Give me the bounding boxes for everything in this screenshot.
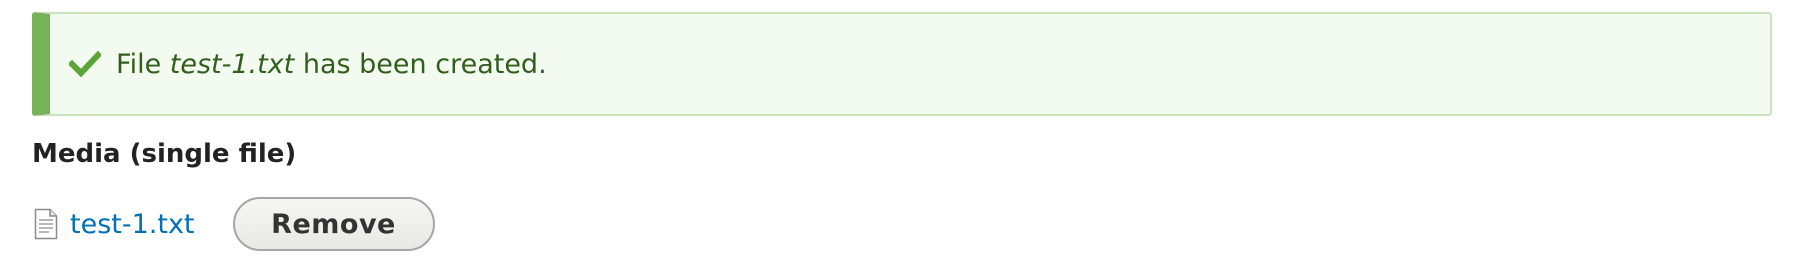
status-filename: test-1.txt [169,48,295,80]
remove-button[interactable]: Remove [232,197,435,251]
file-link[interactable]: test-1.txt [70,211,195,238]
status-text-suffix: has been created. [294,48,547,80]
checkmark-icon [68,47,102,81]
status-text-prefix: File [116,48,170,80]
text-file-icon [32,206,60,242]
field-label: Media (single file) [32,139,297,169]
status-text: File test-1.txt has been created. [116,51,547,78]
file-item: test-1.txt Remove [32,196,435,252]
status-message: File test-1.txt has been created. [32,12,1772,116]
